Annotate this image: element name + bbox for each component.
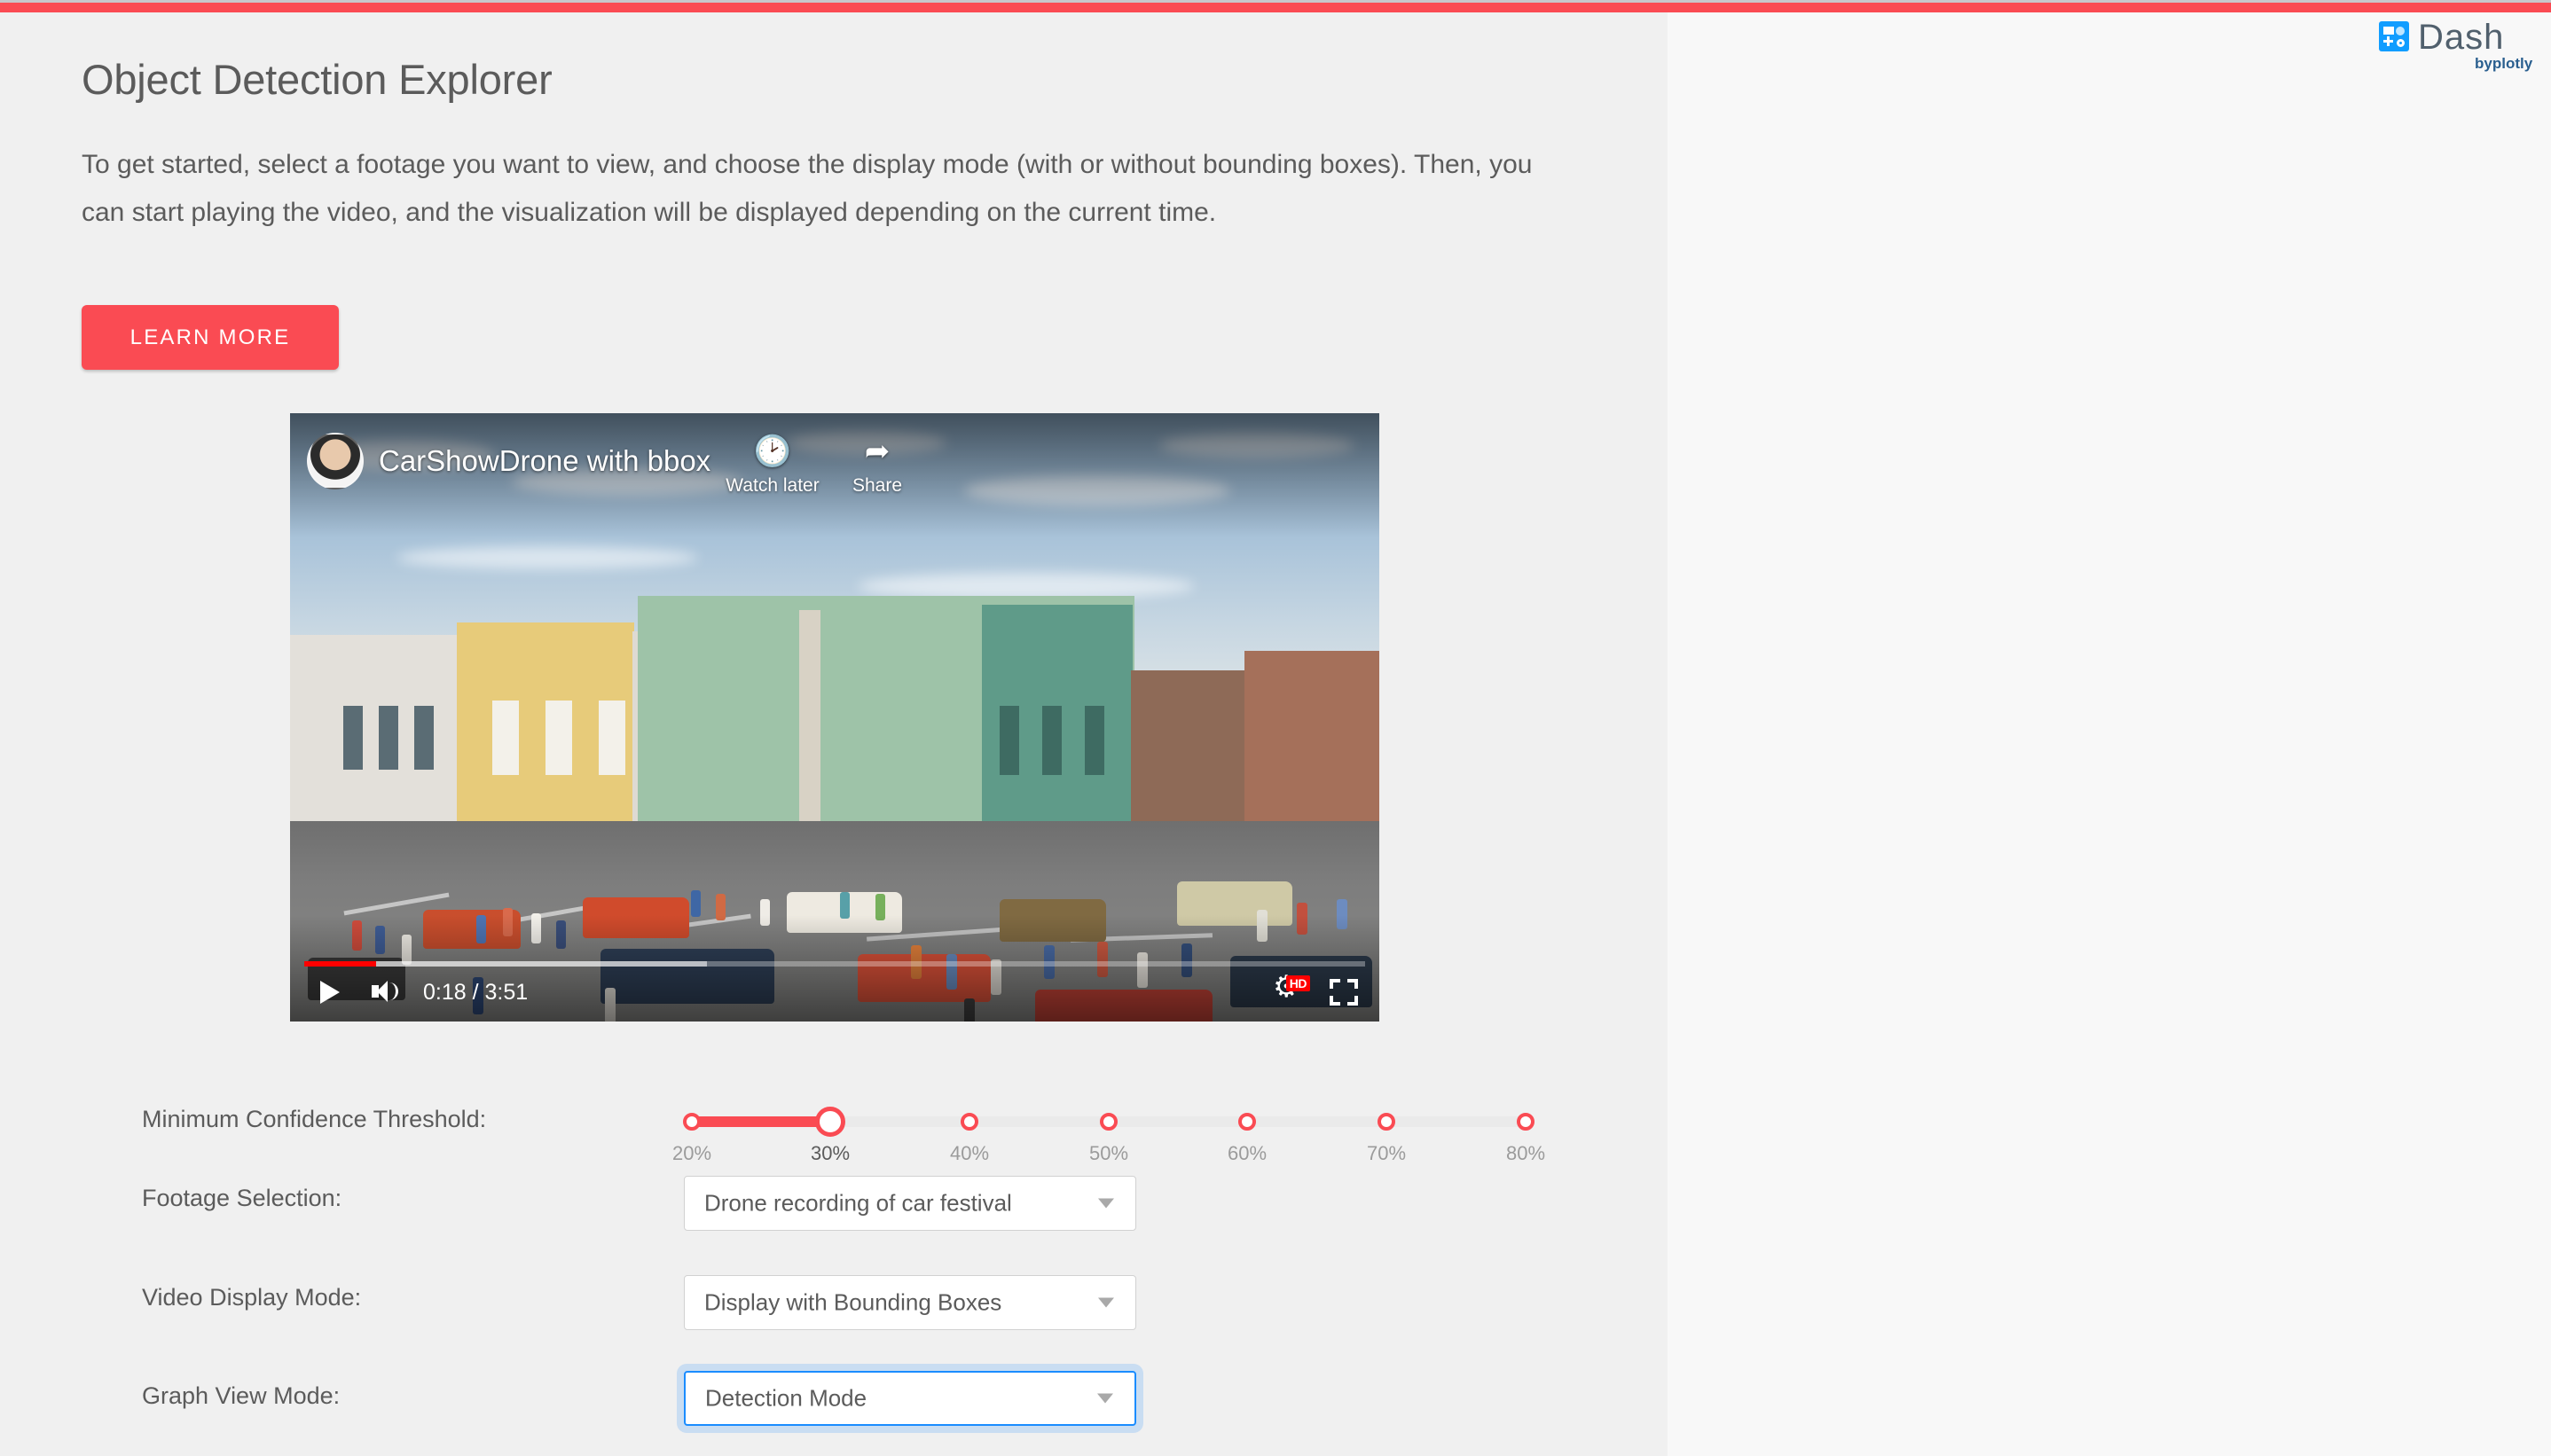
video-progress-played xyxy=(304,961,376,967)
chevron-down-icon xyxy=(1098,1298,1114,1308)
channel-avatar[interactable] xyxy=(307,433,364,489)
right-panel: Dash byplotly Detection Score of Most Pr… xyxy=(1668,12,2551,1456)
graph-view-mode-label: Graph View Mode: xyxy=(142,1382,340,1410)
slider-tick-30[interactable]: 30% xyxy=(811,1142,850,1165)
window xyxy=(1085,706,1104,775)
slider-tick-80[interactable]: 80% xyxy=(1506,1142,1545,1165)
share-label: Share xyxy=(828,475,926,497)
video-progress-bar[interactable] xyxy=(304,961,1365,967)
footage-selection-dropdown[interactable]: Drone recording of car festival xyxy=(684,1176,1136,1231)
window xyxy=(414,706,434,770)
volume-icon[interactable] xyxy=(370,977,402,1006)
fullscreen-icon[interactable] xyxy=(1330,979,1358,1006)
slider-tick-40[interactable]: 40% xyxy=(950,1142,989,1165)
window xyxy=(599,701,625,775)
chevron-down-icon xyxy=(1097,1394,1113,1404)
video-display-mode-label: Video Display Mode: xyxy=(142,1284,361,1311)
dash-logo-subtitle: byplotly xyxy=(2475,55,2532,73)
video-title[interactable]: CarShowDrone with bbox xyxy=(379,444,710,478)
window xyxy=(343,706,363,770)
person xyxy=(691,890,701,917)
graph-view-mode-value: Detection Mode xyxy=(705,1385,867,1413)
top-accent-bar xyxy=(0,0,2551,12)
dash-logo-mark-icon xyxy=(2379,21,2409,51)
footage-selection-label: Footage Selection: xyxy=(142,1185,341,1212)
confidence-threshold-slider[interactable]: 20% 30% 40% 50% 60% 70% 80% xyxy=(692,1099,1526,1161)
video-display-mode-value: Display with Bounding Boxes xyxy=(704,1289,1001,1317)
slider-handle[interactable] xyxy=(815,1107,845,1137)
slider-mark-20[interactable] xyxy=(683,1113,701,1131)
slider-tick-50[interactable]: 50% xyxy=(1089,1142,1128,1165)
page-title: Object Detection Explorer xyxy=(82,55,553,104)
window xyxy=(379,706,398,770)
watch-later-label: Watch later xyxy=(724,475,821,497)
dash-logo-wordmark: Dash xyxy=(2418,18,2504,58)
video-time-display: 0:18 / 3:51 xyxy=(423,980,528,1006)
slider-mark-60[interactable] xyxy=(1238,1113,1256,1131)
clock-icon: 🕑 xyxy=(724,433,821,470)
footage-selection-value: Drone recording of car festival xyxy=(704,1190,1012,1217)
window xyxy=(546,701,572,775)
play-button[interactable] xyxy=(313,977,347,1007)
dash-logo: Dash byplotly xyxy=(2379,18,2528,73)
video-display-mode-dropdown[interactable]: Display with Bounding Boxes xyxy=(684,1275,1136,1330)
slider-mark-80[interactable] xyxy=(1517,1113,1535,1131)
slider-mark-50[interactable] xyxy=(1100,1113,1118,1131)
window xyxy=(492,701,519,775)
slider-tick-60[interactable]: 60% xyxy=(1228,1142,1267,1165)
left-panel: Object Detection Explorer To get started… xyxy=(0,12,1668,1456)
window xyxy=(1000,706,1019,775)
watch-later-button[interactable]: 🕑 Watch later xyxy=(724,433,821,497)
intro-description: To get started, select a footage you wan… xyxy=(82,141,1572,237)
share-button[interactable]: ➦ Share xyxy=(828,433,926,497)
slider-tick-20[interactable]: 20% xyxy=(672,1142,711,1165)
share-arrow-icon: ➦ xyxy=(828,433,926,470)
slider-mark-40[interactable] xyxy=(961,1113,978,1131)
slider-tick-70[interactable]: 70% xyxy=(1367,1142,1406,1165)
graph-view-mode-dropdown[interactable]: Detection Mode xyxy=(684,1371,1136,1426)
video-bottom-overlay xyxy=(290,915,1379,1022)
threshold-label: Minimum Confidence Threshold: xyxy=(142,1106,486,1133)
video-player[interactable]: CarShowDrone with bbox 🕑 Watch later ➦ S… xyxy=(290,413,1379,1022)
slider-fill xyxy=(692,1116,830,1127)
slider-mark-70[interactable] xyxy=(1378,1113,1395,1131)
hd-badge: HD xyxy=(1286,975,1310,991)
chevron-down-icon xyxy=(1098,1199,1114,1209)
window xyxy=(1042,706,1062,775)
learn-more-button[interactable]: LEARN MORE xyxy=(82,305,339,370)
